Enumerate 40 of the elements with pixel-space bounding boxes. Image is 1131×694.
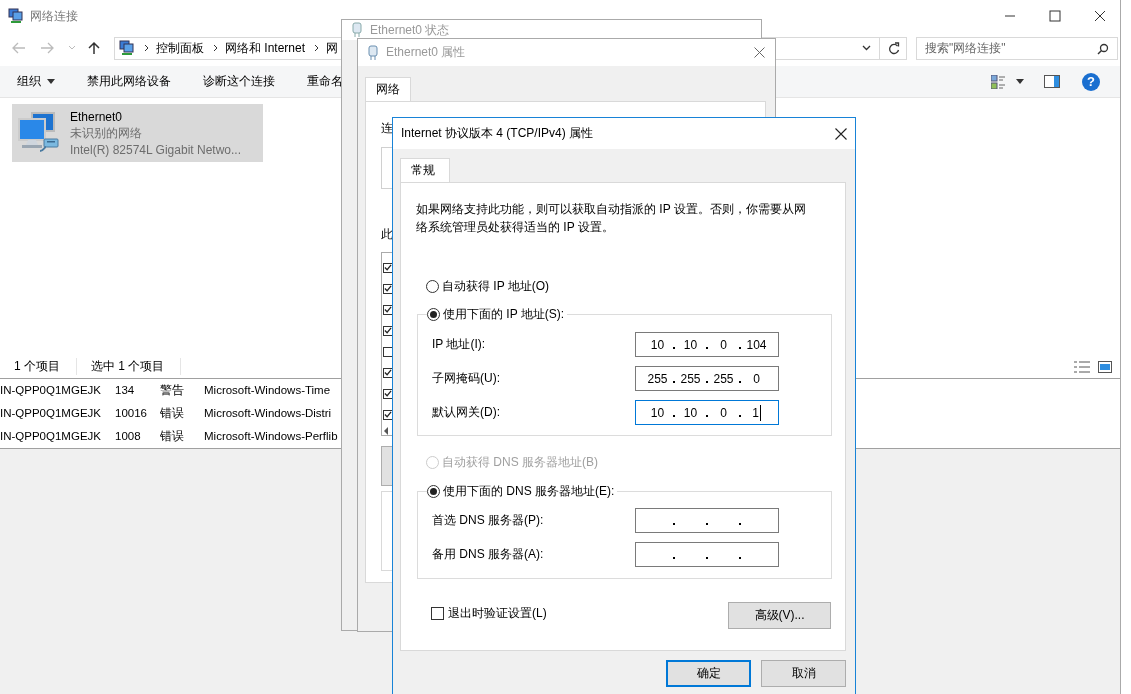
- octet-text: 10: [650, 337, 665, 352]
- label-text: 连: [381, 120, 393, 137]
- octet-text: 255: [713, 371, 734, 386]
- table-cell-text: IN-QPP0Q1MGEJK: [0, 407, 102, 419]
- octet-text: 1: [752, 405, 759, 420]
- table-cell-text: 错误: [160, 405, 185, 421]
- connection-status: 未识别的网络: [70, 124, 143, 142]
- description-text: 如果网络支持此功能，则可以获取自动指派的 IP 设置。否则，你需要从网络系统管理员处获得适当的 IP 设置。: [416, 201, 807, 236]
- table-cell-text: 1008: [115, 430, 142, 442]
- table-cell-text: 警告: [160, 382, 185, 398]
- table-cell-text: IN-QPP0Q1MGEJK: [0, 430, 102, 442]
- table-cell: Microsoft-Windows-Time: [204, 384, 331, 396]
- table-cell-text: 134: [115, 384, 136, 396]
- window-title: 网络连接: [30, 7, 78, 25]
- adapter-name: Intel(R) 82574L Gigabit Netwo...: [70, 142, 241, 157]
- dialog-title: Ethernet0 属性: [386, 44, 466, 61]
- table-cell: Microsoft-Windows-Distri: [204, 407, 332, 419]
- octet-text: 255: [680, 371, 701, 386]
- octet-text: 255: [647, 371, 668, 386]
- octet-text: 0: [720, 337, 727, 352]
- connection-name: Ethernet0: [70, 109, 124, 124]
- field-label: 子网掩码(U):: [432, 370, 501, 387]
- status-text: 选中 1 个项目: [91, 358, 182, 375]
- octet-text: 0: [753, 371, 760, 386]
- dialog-title: Ethernet0 状态: [370, 22, 450, 39]
- field-label: IP 地址(I):: [432, 336, 487, 353]
- octet-text: 10: [650, 405, 665, 420]
- table-cell-text: IN-QPP0Q1MGEJK: [0, 384, 102, 396]
- octet-text: 104: [746, 337, 767, 352]
- octet-text: 10: [683, 405, 698, 420]
- status-text: 1 个项目: [14, 358, 77, 375]
- field-label: 备用 DNS 服务器(A):: [432, 546, 545, 563]
- octet-text: 0: [720, 405, 727, 420]
- field-label: 默认网关(D):: [432, 404, 501, 421]
- dialog-title: Internet 协议版本 4 (TCP/IPv4) 属性: [401, 125, 594, 142]
- table-cell: Microsoft-Windows-Perflib: [204, 430, 338, 442]
- octet-text: 10: [683, 337, 698, 352]
- table-cell-text: 错误: [160, 428, 185, 444]
- table-cell-text: 10016: [115, 407, 148, 419]
- field-label: 首选 DNS 服务器(P):: [432, 512, 545, 529]
